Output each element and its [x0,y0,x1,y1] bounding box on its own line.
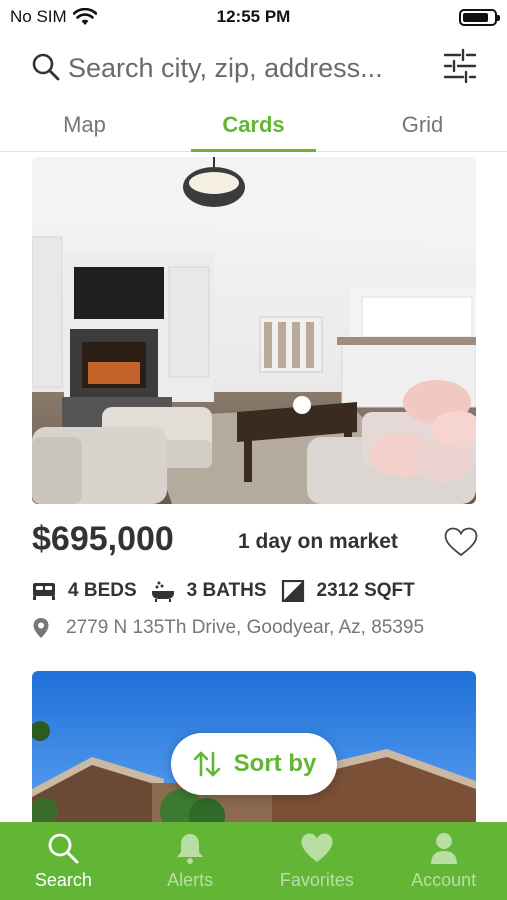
bottom-nav: Search Alerts Favorites Account [0,822,507,900]
search-input[interactable] [68,50,428,86]
battery-fill [463,13,488,22]
nav-favorites-label: Favorites [279,870,354,890]
bed-icon [33,583,55,600]
beds-label: 4 BEDS [68,580,137,601]
nav-alerts-label: Alerts [167,870,214,890]
nav-search-label: Search [34,870,92,890]
tab-grid[interactable]: Grid [338,100,507,151]
sqft-label: 2312 SQFT [316,580,415,601]
nav-favorites[interactable]: Favorites [254,822,381,900]
nav-alerts[interactable]: Alerts [127,822,254,900]
nav-account[interactable]: Account [380,822,507,900]
bathtub-icon [151,581,174,602]
status-bar: No SIM 12:55 PM [0,0,507,36]
search-icon [48,833,79,864]
location-pin-icon [33,618,49,638]
heart-icon[interactable] [444,527,478,557]
listing-features: 4 BEDS 3 BATHS 2312 SQFT [32,576,429,606]
search-bar [0,44,507,92]
person-icon [430,833,457,864]
sort-by-label: Sort by [233,750,317,777]
view-tabs: Map Cards Grid [0,100,507,152]
baths-label: 3 BATHS [186,580,267,601]
clock: 12:55 PM [216,7,291,26]
listing-address: 2779 N 135Th Drive, Goodyear, Az, 85395 [66,617,425,638]
area-icon [281,580,304,602]
listing-price: $695,000 [32,520,174,558]
nav-account-label: Account [411,870,477,890]
tab-cards[interactable]: Cards [169,100,338,152]
filter-sliders-icon[interactable] [443,47,477,85]
sort-arrows-icon [193,751,220,777]
sort-by-button[interactable]: Sort by [171,733,337,795]
nav-search[interactable]: Search [0,822,127,900]
bell-icon [177,834,204,864]
address-row: 2779 N 135Th Drive, Goodyear, Az, 85395 [32,617,424,639]
listing-photo[interactable] [32,157,476,504]
search-icon [32,53,60,81]
heart-icon [301,833,333,862]
battery-icon [459,9,500,26]
days-on-market: 1 day on market [238,530,398,553]
tab-map[interactable]: Map [0,100,169,151]
